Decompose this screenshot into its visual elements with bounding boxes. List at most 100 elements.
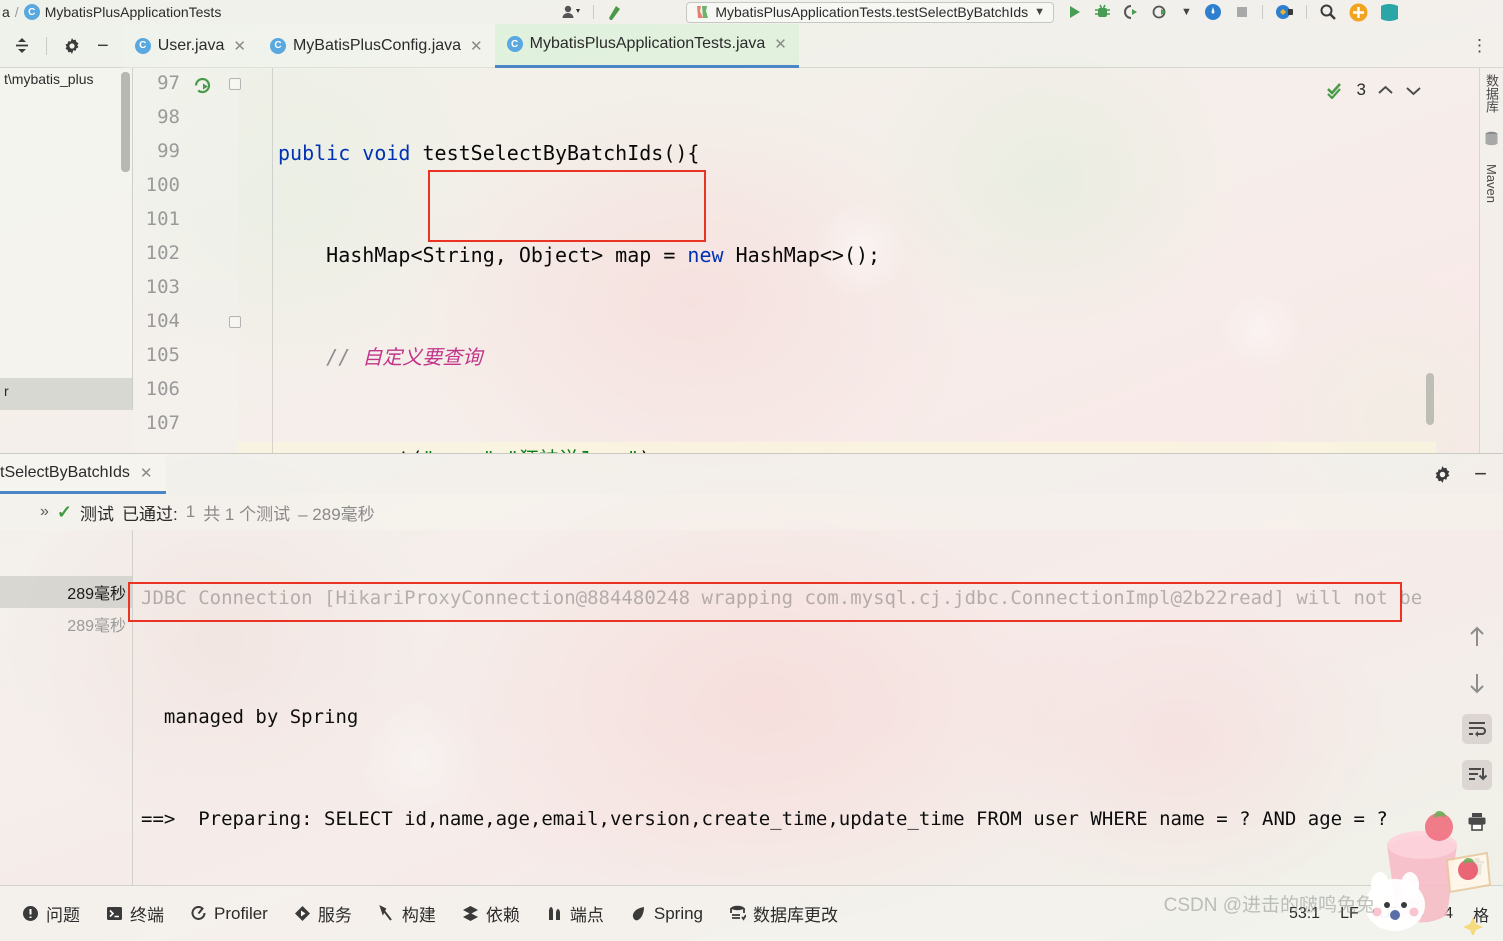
code-content[interactable]: public void testSelectByBatchIds(){ Hash… [238, 68, 1436, 453]
clear-all-icon[interactable] [1462, 852, 1492, 882]
tool-window-services[interactable]: 服务 [294, 901, 352, 926]
chevron-down-icon[interactable]: ▼ [1034, 6, 1045, 18]
line-number: 103 [145, 276, 180, 298]
vcs-commit-icon[interactable] [606, 3, 626, 21]
close-icon[interactable]: ✕ [233, 37, 246, 55]
close-icon[interactable]: ✕ [140, 464, 153, 482]
close-icon[interactable]: ✕ [774, 35, 787, 53]
ide-icon[interactable] [1380, 3, 1399, 22]
tool-window-dependencies[interactable]: 依赖 [462, 901, 520, 926]
profile-icon[interactable] [1152, 4, 1169, 20]
tool-window-endpoints[interactable]: 端点 [546, 901, 604, 926]
gear-icon[interactable] [63, 37, 81, 55]
chevron-down-icon[interactable] [1405, 84, 1422, 97]
code-line-98[interactable]: HashMap<String, Object> map = new HashMa… [238, 238, 1436, 272]
tool-window-spring[interactable]: Spring [630, 904, 703, 924]
run-tool-window: tSelectByBatchIds ✕ − » ✓ 测试 已通过: 1 共 1 … [0, 453, 1503, 886]
search-everywhere-icon[interactable] [1319, 3, 1337, 21]
file-encoding[interactable]: UTF-8 [1379, 905, 1424, 923]
editor-tab-label: MybatisPlusApplicationTests.java [529, 35, 766, 52]
editor-tab-label: MyBatisPlusConfig.java [292, 36, 462, 54]
run-configuration-selector[interactable]: MybatisPlusApplicationTests.testSelectBy… [686, 1, 1055, 23]
run-icon[interactable] [1066, 4, 1082, 20]
project-tool-window[interactable]: t\mybatis_plus [0, 68, 133, 408]
console-line-preparing: ==> Preparing: SELECT id,name,age,email,… [141, 808, 1388, 830]
test-results-tree[interactable]: 289毫秒 289毫秒 [0, 530, 133, 886]
stop-icon[interactable] [1234, 4, 1250, 20]
code-line-100[interactable]: map.put("name","狂神说Java"); [238, 442, 1436, 453]
minimize-icon[interactable]: − [1474, 463, 1487, 485]
line-number: 101 [145, 208, 180, 230]
main-toolbar: a / C MybatisPlusApplicationTests Mybati… [0, 0, 1503, 24]
editor-tab-user-java[interactable]: C User.java ✕ [122, 23, 258, 68]
sidebar-item-maven-label[interactable]: Maven [1484, 164, 1499, 203]
problems-icon [22, 905, 39, 922]
breadcrumb-item-0[interactable]: a [2, 4, 10, 20]
tool-window-build[interactable]: 构建 [378, 901, 436, 926]
scroll-to-end-icon[interactable] [1462, 760, 1492, 790]
java-class-icon: C [23, 4, 40, 20]
updates-icon[interactable] [1204, 3, 1222, 21]
tab-bar-actions: − [0, 36, 123, 56]
collapse-all-icon[interactable] [14, 37, 30, 54]
annotation-highlight-box-console [128, 582, 1402, 622]
toolbar-separator [593, 5, 595, 19]
color-scheme[interactable]: 格 [1473, 902, 1489, 926]
database-icon[interactable] [1484, 131, 1499, 146]
sidebar-item-database-label[interactable]: 数据库 [1482, 74, 1501, 113]
toolbar-separator [1305, 5, 1307, 19]
print-icon[interactable] [1462, 806, 1492, 836]
services-icon [294, 905, 311, 922]
run-test-method-icon[interactable] [193, 76, 212, 95]
vcs-update-icon[interactable] [561, 4, 581, 20]
editor-tab-label: User.java [157, 36, 225, 54]
scroll-down-icon[interactable] [1462, 668, 1492, 698]
plugin-icon[interactable] [1275, 3, 1294, 21]
tool-window-database-changes[interactable]: 数据库更改 [729, 901, 838, 926]
notifications-icon[interactable] [1349, 3, 1368, 22]
project-path-row[interactable]: t\mybatis_plus [0, 68, 132, 90]
editor-tab-bar: − C User.java ✕ C MyBatisPlusConfig.java… [0, 23, 1503, 68]
minimize-icon[interactable]: − [97, 36, 109, 56]
project-tool-window-lower[interactable]: r [0, 378, 133, 410]
java-class-icon: C [134, 37, 151, 54]
editor-tab-mybatisplusconfig-java[interactable]: C MyBatisPlusConfig.java ✕ [257, 23, 495, 68]
indent-size[interactable]: 4 [1444, 905, 1453, 923]
tool-window-profiler[interactable]: Profiler [190, 904, 268, 924]
test-tree-row[interactable]: 289毫秒 [0, 608, 132, 640]
run-tab-testselectbybatchids[interactable]: tSelectByBatchIds ✕ [0, 454, 167, 494]
tool-window-problems[interactable]: 问题 [22, 901, 80, 926]
project-scrollbar[interactable] [121, 72, 130, 172]
breadcrumb-item-1[interactable]: MybatisPlusApplicationTests [45, 4, 222, 20]
close-icon[interactable]: ✕ [470, 37, 483, 55]
annotation-highlight-box-code [428, 170, 706, 242]
build-icon [378, 905, 395, 922]
dropdown-icon[interactable]: ▼ [1181, 6, 1192, 18]
tool-window-label: 数据库更改 [753, 906, 838, 925]
debug-icon[interactable] [1094, 4, 1111, 20]
editor-scrollbar[interactable] [1426, 373, 1434, 425]
more-options-icon[interactable]: ⋮ [1471, 36, 1503, 56]
test-status-total: 共 1 个测试 [203, 504, 291, 524]
tool-window-terminal[interactable]: 终端 [106, 901, 164, 926]
test-passed-icon: ✓ [56, 501, 72, 522]
test-status-count: 1 [185, 502, 196, 521]
chevron-up-icon[interactable] [1377, 84, 1394, 97]
scroll-up-icon[interactable] [1462, 622, 1492, 652]
editor-gutter[interactable]: 97 98 99 100 101 102 103 104 105 106 107 [133, 68, 241, 453]
test-tree-row[interactable]: 289毫秒 [0, 576, 132, 608]
editor-tab-mybatisplusapplicationtests-java[interactable]: C MybatisPlusApplicationTests.java ✕ [494, 23, 799, 68]
code-editor[interactable]: 97 98 99 100 101 102 103 104 105 106 107… [133, 68, 1436, 453]
test-status-bar: » ✓ 测试 已通过: 1 共 1 个测试 – 289毫秒 [0, 494, 1503, 530]
gear-icon[interactable] [1433, 465, 1452, 484]
soft-wrap-icon[interactable] [1462, 714, 1492, 744]
code-line-97[interactable]: public void testSelectByBatchIds(){ [238, 136, 1436, 170]
inspection-widget[interactable]: 3 [1326, 80, 1422, 100]
console-action-toolbar [1451, 530, 1503, 886]
breadcrumb: a / C MybatisPlusApplicationTests [0, 4, 221, 20]
run-actions-group: ▼ [1066, 3, 1399, 22]
run-with-coverage-icon[interactable] [1123, 4, 1140, 20]
expand-icon[interactable]: » [40, 503, 49, 521]
right-tool-window-strip: 数据库 Maven [1479, 68, 1503, 453]
code-line-99[interactable]: // 自定义要查询 [238, 340, 1436, 374]
